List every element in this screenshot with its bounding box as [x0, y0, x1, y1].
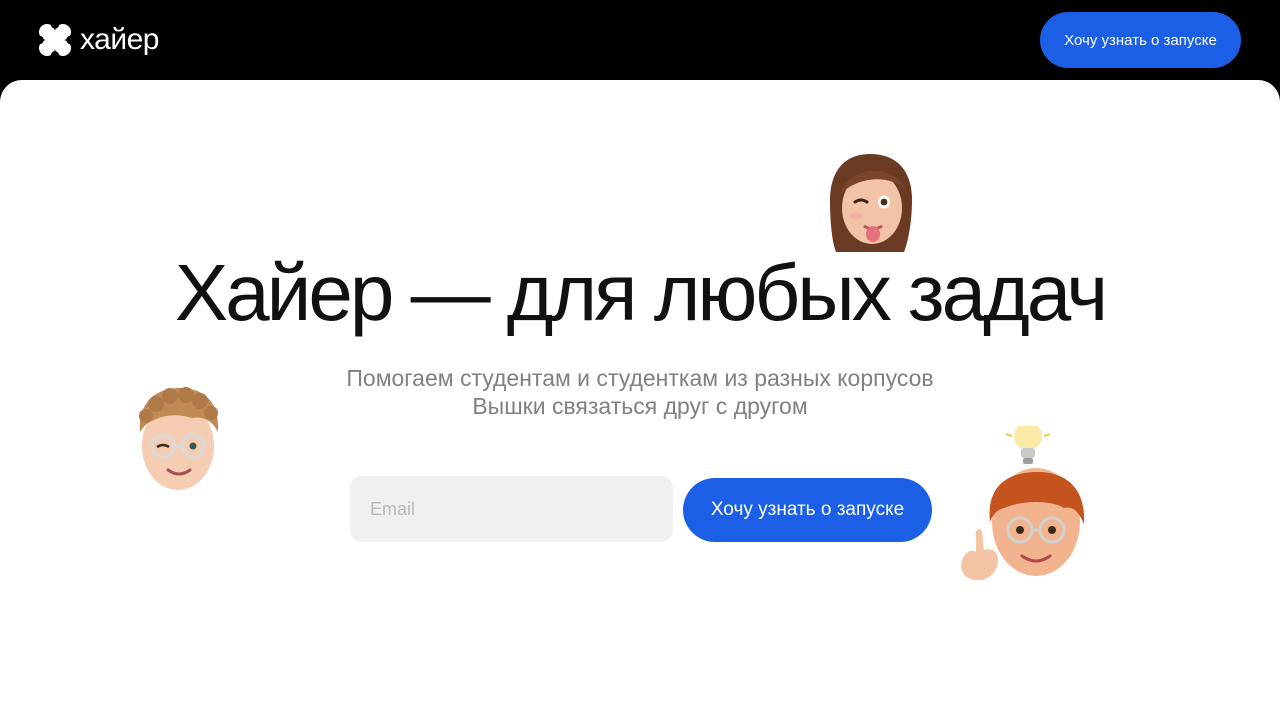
header-launch-button[interactable]: Хочу узнать о запуске [1040, 12, 1241, 68]
curly-boy-glasses-memoji [139, 387, 219, 490]
logo[interactable]: хайер [38, 22, 159, 58]
hero-title: Хайер — для любых задач [174, 248, 1108, 337]
email-input[interactable] [350, 476, 673, 542]
top-bar: хайер Хочу узнать о запуске [0, 0, 1280, 80]
launch-signup-button[interactable]: Хочу узнать о запуске [683, 478, 932, 542]
clover-icon [38, 23, 72, 57]
logo-text: хайер [80, 23, 159, 56]
hero-subtitle: Помогаем студентам и студенткам из разны… [346, 365, 934, 419]
redhead-idea-memoji [961, 426, 1085, 581]
winking-girl-memoji [830, 154, 912, 252]
